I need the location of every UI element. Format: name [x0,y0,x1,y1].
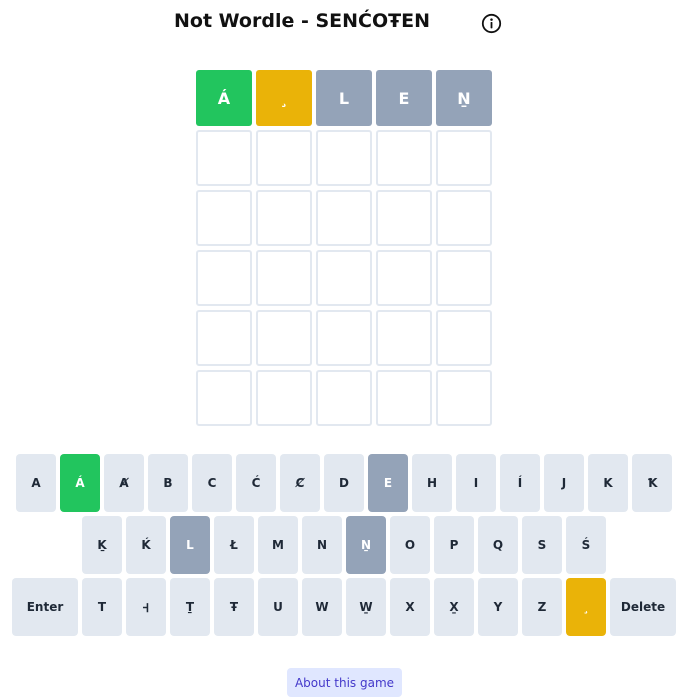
key[interactable]: M [258,516,298,574]
board-tile [376,190,432,246]
key[interactable]: J [544,454,584,512]
key[interactable]: L [170,516,210,574]
guess-board: Á ¸ L E Ṉ [196,70,492,426]
board-tile [196,190,252,246]
key[interactable]: Ȼ [280,454,320,512]
key[interactable]: A [16,454,56,512]
board-tile: Á [196,70,252,126]
board-tile: ¸ [256,70,312,126]
board-tile [316,190,372,246]
key[interactable]: Á [60,454,100,512]
board-tile [436,370,492,426]
key[interactable]: Q [478,516,518,574]
board-tile [316,250,372,306]
key[interactable]: Ṯ [170,578,210,636]
on-screen-keyboard: A Á Ⱥ B C Ć Ȼ D E H I Í J K Ꝁ Ḵ Ḱ L Ł M N Ṉ O P Q S Ś Enter T Ꟶ Ṯ Ŧ U W W̱… [0,454,688,640]
board-tile [376,250,432,306]
board-tile [256,130,312,186]
board-tile [376,370,432,426]
key[interactable]: C [192,454,232,512]
info-button[interactable] [481,13,502,34]
key[interactable]: Ṉ [346,516,386,574]
key[interactable]: Ł [214,516,254,574]
board-tile [256,310,312,366]
enter-key[interactable]: Enter [12,578,78,636]
board-tile [256,370,312,426]
key[interactable]: D [324,454,364,512]
key[interactable]: U [258,578,298,636]
board-tile [196,370,252,426]
key[interactable]: Ḱ [126,516,166,574]
board-tile [436,130,492,186]
key[interactable]: I [456,454,496,512]
keyboard-row: ḴḰLŁMNṈOPQSŚ [0,516,688,574]
board-tile [376,310,432,366]
board-tile [256,190,312,246]
board-tile [436,250,492,306]
page-title: Not Wordle - SENĆOŦEN [174,10,430,32]
info-circle-icon [481,13,502,34]
board-tile [436,190,492,246]
board-tile [436,310,492,366]
key[interactable]: Í [500,454,540,512]
board-tile: L [316,70,372,126]
delete-key[interactable]: Delete [610,578,676,636]
board-tile [376,130,432,186]
key[interactable]: K [588,454,628,512]
key[interactable]: ¸ [566,578,606,636]
board-tile [316,130,372,186]
board-tile [196,130,252,186]
key[interactable]: B [148,454,188,512]
key[interactable]: E [368,454,408,512]
key[interactable]: O [390,516,430,574]
key[interactable]: T [82,578,122,636]
key[interactable]: Ꟶ [126,578,166,636]
board-tile: E [376,70,432,126]
key[interactable]: Ḵ [82,516,122,574]
key[interactable]: X̱ [434,578,474,636]
key[interactable]: Ⱥ [104,454,144,512]
board-tile: Ṉ [436,70,492,126]
board-tile [316,370,372,426]
key[interactable]: H [412,454,452,512]
key[interactable]: Ŧ [214,578,254,636]
board-tile [256,250,312,306]
key[interactable]: W̱ [346,578,386,636]
key[interactable]: Ć [236,454,276,512]
app-header: Not Wordle - SENĆOŦEN [0,0,688,48]
key[interactable]: P [434,516,474,574]
board-tile [316,310,372,366]
key[interactable]: X [390,578,430,636]
key[interactable]: Y [478,578,518,636]
key[interactable]: W [302,578,342,636]
about-game-button[interactable]: About this game [287,668,402,697]
board-tile [196,250,252,306]
key[interactable]: N [302,516,342,574]
key[interactable]: Ꝁ [632,454,672,512]
keyboard-row: AÁȺBCĆȻDEHIÍJKꝀ [0,454,688,512]
keyboard-row: Enter T Ꟶ Ṯ Ŧ U W W̱ X X̱ Y Z ¸ Delete [0,578,688,636]
key[interactable]: S [522,516,562,574]
key[interactable]: Ś [566,516,606,574]
key[interactable]: Z [522,578,562,636]
board-tile [196,310,252,366]
